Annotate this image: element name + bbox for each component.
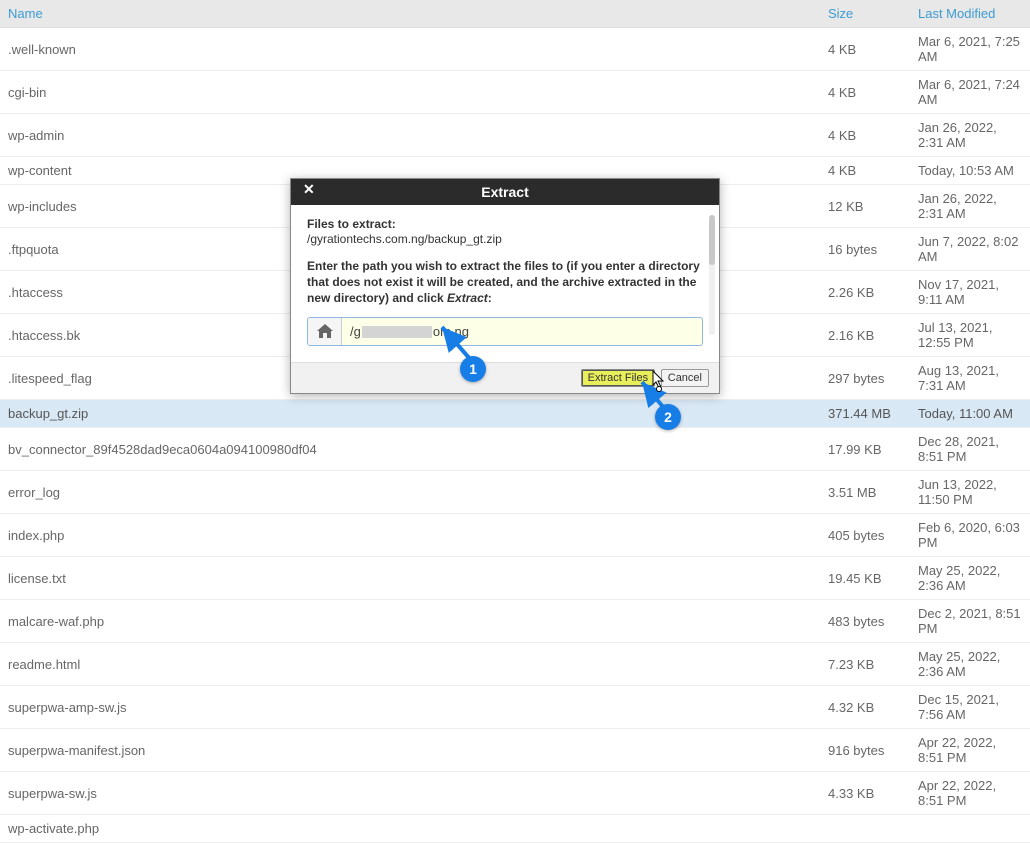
extract-files-button[interactable]: Extract Files: [581, 369, 656, 387]
cell-size: [820, 815, 910, 843]
col-modified[interactable]: Last Modified: [910, 0, 1030, 28]
cell-name: bv_connector_89f4528dad9eca0604a09410098…: [0, 428, 820, 471]
dialog-instruction: Enter the path you wish to extract the f…: [307, 258, 703, 307]
table-row[interactable]: error_log3.51 MBJun 13, 2022, 11:50 PM: [0, 471, 1030, 514]
table-row[interactable]: cgi-bin4 KBMar 6, 2021, 7:24 AM: [0, 71, 1030, 114]
cell-modified: Apr 22, 2022, 8:51 PM: [910, 729, 1030, 772]
cell-size: 4.33 KB: [820, 772, 910, 815]
col-size[interactable]: Size: [820, 0, 910, 28]
cell-modified: Jul 13, 2021, 12:55 PM: [910, 314, 1030, 357]
cell-size: 916 bytes: [820, 729, 910, 772]
cell-size: 483 bytes: [820, 600, 910, 643]
home-icon[interactable]: [308, 318, 342, 345]
table-row[interactable]: wp-activate.php: [0, 815, 1030, 843]
table-header: Name Size Last Modified: [0, 0, 1030, 28]
cell-name: malcare-waf.php: [0, 600, 820, 643]
cell-modified: Dec 2, 2021, 8:51 PM: [910, 600, 1030, 643]
cell-size: 4 KB: [820, 71, 910, 114]
cell-size: 2.26 KB: [820, 271, 910, 314]
scrollbar-thumb[interactable]: [709, 215, 715, 265]
extract-dialog: ✕ Extract Files to extract: /gyrationtec…: [290, 178, 720, 394]
cell-name: wp-activate.php: [0, 815, 820, 843]
cell-name: index.php: [0, 514, 820, 557]
cell-size: 4 KB: [820, 114, 910, 157]
redacted-text: [362, 326, 432, 338]
cell-name: error_log: [0, 471, 820, 514]
cell-name: wp-admin: [0, 114, 820, 157]
cell-name: superpwa-sw.js: [0, 772, 820, 815]
cell-modified: Jan 26, 2022, 2:31 AM: [910, 114, 1030, 157]
files-to-extract-path: /gyrationtechs.com.ng/backup_gt.zip: [307, 232, 703, 246]
cell-size: 297 bytes: [820, 357, 910, 400]
cell-modified: Mar 6, 2021, 7:25 AM: [910, 28, 1030, 71]
cell-modified: [910, 815, 1030, 843]
cell-modified: Jun 7, 2022, 8:02 AM: [910, 228, 1030, 271]
cell-size: 4 KB: [820, 28, 910, 71]
file-table: Name Size Last Modified .well-known4 KBM…: [0, 0, 1030, 843]
files-to-extract-label: Files to extract:: [307, 217, 703, 231]
table-row[interactable]: readme.html7.23 KBMay 25, 2022, 2:36 AM: [0, 643, 1030, 686]
cell-size: 12 KB: [820, 185, 910, 228]
cell-modified: Nov 17, 2021, 9:11 AM: [910, 271, 1030, 314]
extract-path-input[interactable]: /gom.ng: [342, 318, 702, 345]
cell-name: readme.html: [0, 643, 820, 686]
cell-modified: May 25, 2022, 2:36 AM: [910, 643, 1030, 686]
cell-name: superpwa-amp-sw.js: [0, 686, 820, 729]
cancel-button[interactable]: Cancel: [661, 369, 709, 387]
cell-name: license.txt: [0, 557, 820, 600]
table-row[interactable]: superpwa-amp-sw.js4.32 KBDec 15, 2021, 7…: [0, 686, 1030, 729]
cell-modified: Mar 6, 2021, 7:24 AM: [910, 71, 1030, 114]
cell-name: backup_gt.zip: [0, 400, 820, 428]
table-row[interactable]: superpwa-manifest.json916 bytesApr 22, 2…: [0, 729, 1030, 772]
cell-size: 4.32 KB: [820, 686, 910, 729]
cell-modified: Today, 11:00 AM: [910, 400, 1030, 428]
col-name[interactable]: Name: [0, 0, 820, 28]
cell-size: 405 bytes: [820, 514, 910, 557]
table-row[interactable]: backup_gt.zip371.44 MBToday, 11:00 AM: [0, 400, 1030, 428]
table-row[interactable]: superpwa-sw.js4.33 KBApr 22, 2022, 8:51 …: [0, 772, 1030, 815]
table-row[interactable]: bv_connector_89f4528dad9eca0604a09410098…: [0, 428, 1030, 471]
scrollbar[interactable]: [709, 215, 715, 335]
cell-modified: Aug 13, 2021, 7:31 AM: [910, 357, 1030, 400]
cell-modified: Today, 10:53 AM: [910, 157, 1030, 185]
cell-size: 16 bytes: [820, 228, 910, 271]
close-icon[interactable]: ✕: [303, 181, 313, 198]
cell-modified: May 25, 2022, 2:36 AM: [910, 557, 1030, 600]
cell-name: .well-known: [0, 28, 820, 71]
cell-size: 371.44 MB: [820, 400, 910, 428]
cell-modified: Dec 15, 2021, 7:56 AM: [910, 686, 1030, 729]
cell-name: cgi-bin: [0, 71, 820, 114]
table-row[interactable]: license.txt19.45 KBMay 25, 2022, 2:36 AM: [0, 557, 1030, 600]
table-row[interactable]: index.php405 bytesFeb 6, 2020, 6:03 PM: [0, 514, 1030, 557]
cell-modified: Jan 26, 2022, 2:31 AM: [910, 185, 1030, 228]
cell-size: 3.51 MB: [820, 471, 910, 514]
table-row[interactable]: .well-known4 KBMar 6, 2021, 7:25 AM: [0, 28, 1030, 71]
dialog-footer: Extract Files Cancel: [291, 362, 719, 393]
cell-modified: Apr 22, 2022, 8:51 PM: [910, 772, 1030, 815]
cell-size: 17.99 KB: [820, 428, 910, 471]
table-row[interactable]: malcare-waf.php483 bytesDec 2, 2021, 8:5…: [0, 600, 1030, 643]
cell-size: 7.23 KB: [820, 643, 910, 686]
cell-modified: Feb 6, 2020, 6:03 PM: [910, 514, 1030, 557]
cell-size: 4 KB: [820, 157, 910, 185]
cell-modified: Jun 13, 2022, 11:50 PM: [910, 471, 1030, 514]
cell-size: 19.45 KB: [820, 557, 910, 600]
path-input-row: /gom.ng: [307, 317, 703, 346]
table-row[interactable]: wp-admin4 KBJan 26, 2022, 2:31 AM: [0, 114, 1030, 157]
dialog-title: Extract: [481, 184, 528, 200]
cell-name: superpwa-manifest.json: [0, 729, 820, 772]
dialog-titlebar[interactable]: ✕ Extract: [291, 179, 719, 205]
cell-modified: Dec 28, 2021, 8:51 PM: [910, 428, 1030, 471]
cell-size: 2.16 KB: [820, 314, 910, 357]
dialog-body: Files to extract: /gyrationtechs.com.ng/…: [291, 205, 719, 362]
